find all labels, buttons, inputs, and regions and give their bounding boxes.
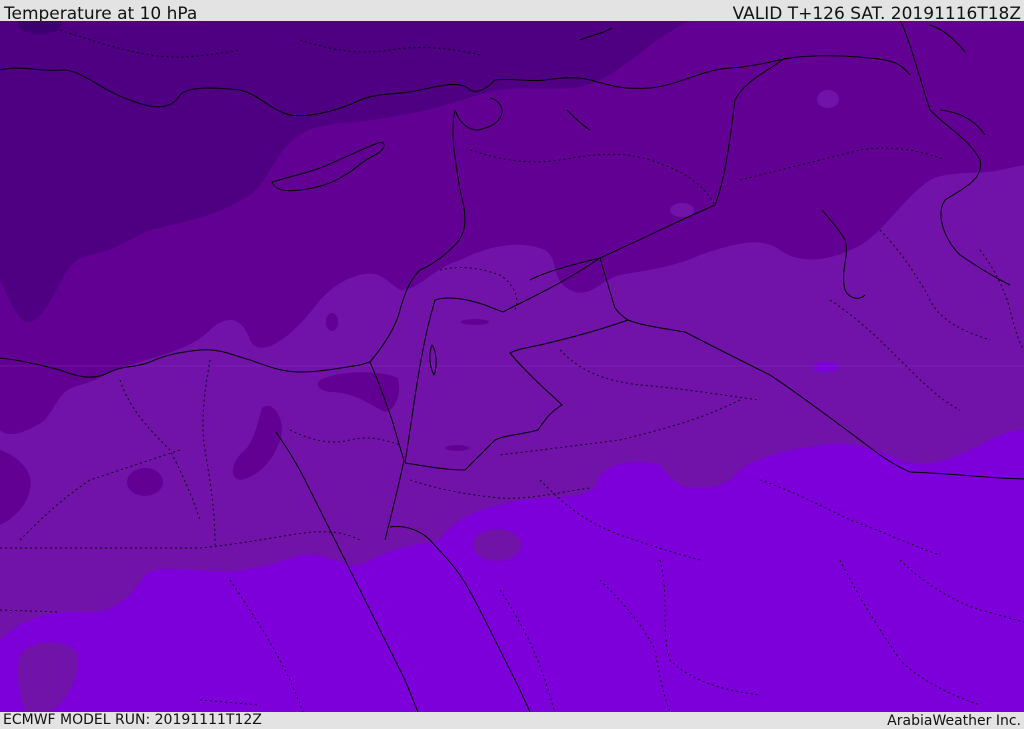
- temp-patch-light-gulf: [813, 362, 839, 372]
- model-run: ECMWF MODEL RUN: 20191111T12Z: [3, 712, 262, 728]
- temp-patch-dark-jordan: [445, 445, 469, 451]
- temp-patch-dark-coast: [326, 313, 338, 331]
- header-bar: Temperature at 10 hPa VALID T+126 SAT. 2…: [0, 0, 1024, 24]
- brand-credit: ArabiaWeather Inc.: [887, 713, 1021, 729]
- map-frame: Temperature at 10 hPa VALID T+126 SAT. 2…: [0, 0, 1024, 729]
- temp-patch-mid-arabia: [473, 529, 521, 561]
- temp-patch-dark-libya: [127, 468, 163, 496]
- temp-patch-mid-iraq: [670, 203, 694, 217]
- temp-patch-light-east: [905, 463, 925, 477]
- temp-patch-dark-syria: [461, 319, 489, 325]
- footer-bar: ECMWF MODEL RUN: 20191111T12Z ArabiaWeat…: [0, 712, 1024, 729]
- temperature-map: [0, 21, 1024, 712]
- temp-patch-mid-iran: [817, 90, 839, 108]
